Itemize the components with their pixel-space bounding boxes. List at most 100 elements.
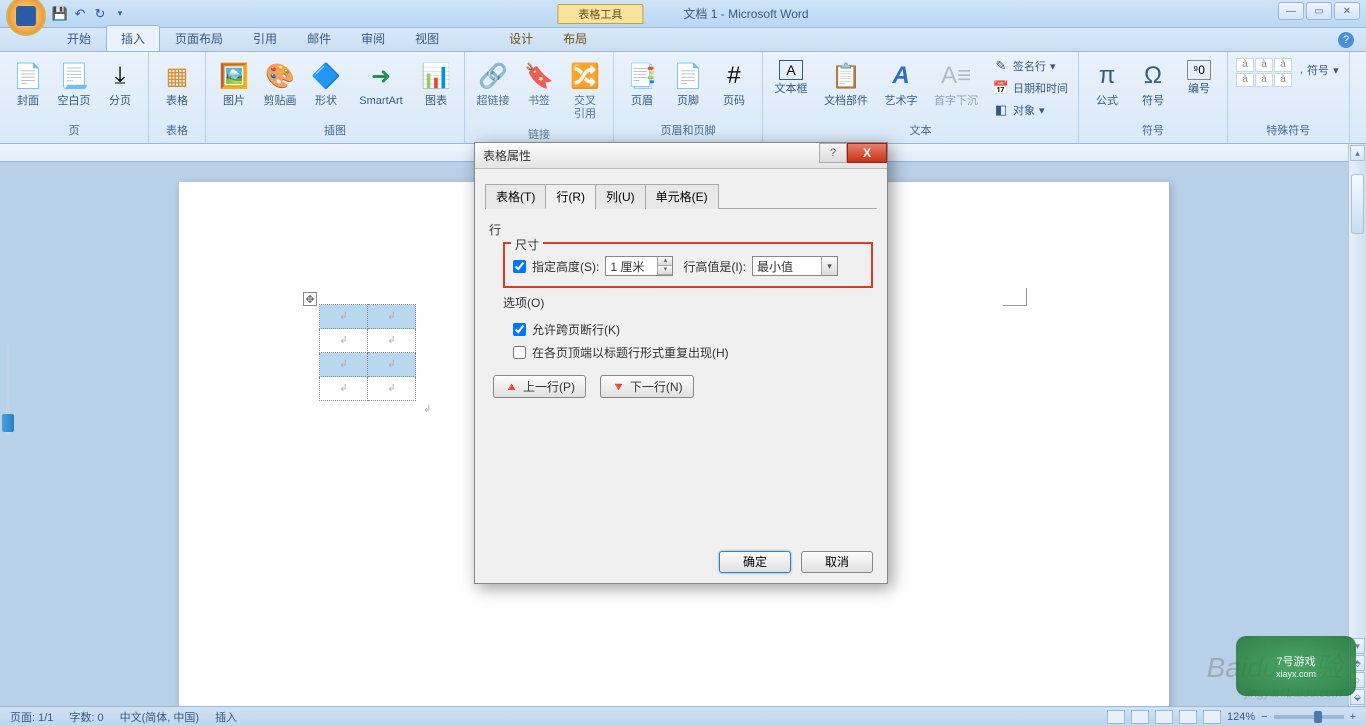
more-symbols-button[interactable]: , 符号 ▾ [1296, 60, 1343, 80]
spin-down-icon[interactable]: ▾ [658, 266, 672, 275]
dialog-title: 表格属性 [483, 147, 531, 164]
signature-line-button[interactable]: ✎签名行 ▾ [989, 56, 1072, 76]
table-properties-dialog: 表格属性 ? X 表格(T) 行(R) 列(U) 单元格(E) 行 尺寸 指定高… [474, 142, 888, 584]
symbol-grid[interactable]: ààà ààà [1234, 56, 1294, 89]
clipart-button[interactable]: 🎨剪贴画 [258, 56, 302, 112]
status-language[interactable]: 中文(简体, 中国) [120, 709, 199, 725]
zoom-out-button[interactable]: − [1261, 711, 1267, 723]
repeat-header-checkbox[interactable] [513, 346, 526, 359]
row-height-mode-combo[interactable]: 最小值 ▾ [752, 256, 838, 276]
dialog-close-button[interactable]: X [847, 143, 887, 163]
tab-layout[interactable]: 布局 [548, 25, 602, 51]
date-time-button[interactable]: 📅日期和时间 [989, 78, 1072, 98]
header-button[interactable]: 📑页眉 [620, 56, 664, 112]
chevron-down-icon[interactable]: ▾ [821, 257, 837, 275]
shapes-icon: 🔷 [310, 60, 342, 92]
tab-view[interactable]: 视图 [400, 25, 454, 51]
size-section-highlight: 尺寸 指定高度(S): 1 厘米 ▴▾ 行高值是(I): 最小值 ▾ [503, 242, 873, 288]
object-button[interactable]: ◧对象 ▾ [989, 100, 1072, 120]
tab-insert[interactable]: 插入 [106, 25, 160, 51]
zoom-slider[interactable] [1274, 715, 1344, 719]
titlebar: 💾 ↶ ↻ ▾ 表格工具 文档 1 - Microsoft Word — ▭ ✕ [0, 0, 1366, 28]
zoom-in-button[interactable]: + [1350, 711, 1356, 723]
picture-button[interactable]: 🖼️图片 [212, 56, 256, 112]
dialog-titlebar[interactable]: 表格属性 ? X [475, 143, 887, 169]
scrollbar-thumb[interactable] [1351, 174, 1364, 234]
view-print-layout-icon[interactable] [1107, 710, 1125, 724]
restore-button[interactable]: ▭ [1306, 2, 1332, 20]
group-symbols: π公式 Ω符号 ⁹0编号 符号 [1079, 52, 1228, 143]
status-words[interactable]: 字数: 0 [69, 709, 103, 725]
drop-cap-button[interactable]: A≡首字下沉 [925, 56, 987, 112]
scroll-up-icon[interactable]: ▴ [1350, 145, 1365, 161]
cover-page-button[interactable]: 📄封面 [6, 56, 50, 112]
group-links: 🔗超链接 🔖书签 🔀交叉 引用 链接 [465, 52, 614, 143]
wordart-button[interactable]: A艺术字 [879, 56, 923, 112]
dialog-tab-cell[interactable]: 单元格(E) [645, 184, 719, 209]
status-page[interactable]: 页面: 1/1 [10, 709, 53, 725]
group-label: 符号 [1085, 121, 1221, 139]
help-icon[interactable]: ? [1338, 32, 1354, 48]
hyperlink-button[interactable]: 🔗超链接 [471, 56, 515, 112]
save-icon[interactable]: 💾 [52, 6, 68, 22]
table-move-handle[interactable]: ✥ [303, 292, 317, 306]
qat-dropdown-icon[interactable]: ▾ [112, 6, 128, 22]
smartart-button[interactable]: ➜SmartArt [350, 56, 412, 112]
page-break-button[interactable]: ⤓分页 [98, 56, 142, 112]
prev-row-button[interactable]: 🔺上一行(P) [493, 375, 586, 398]
tab-references[interactable]: 引用 [238, 25, 292, 51]
blank-page-button[interactable]: 📃空白页 [52, 56, 96, 112]
tab-review[interactable]: 审阅 [346, 25, 400, 51]
undo-icon[interactable]: ↶ [72, 6, 88, 22]
group-label: 链接 [471, 125, 607, 143]
redo-icon[interactable]: ↻ [92, 6, 108, 22]
parts-icon: 📋 [830, 60, 862, 92]
document-table[interactable]: ↲↲ ↲↲ ↲↲ ↲↲ [319, 304, 416, 401]
tab-home[interactable]: 开始 [52, 25, 106, 51]
view-draft-icon[interactable] [1203, 710, 1221, 724]
dialog-tab-column[interactable]: 列(U) [595, 184, 646, 209]
number-button[interactable]: ⁹0编号 [1177, 56, 1221, 100]
specify-height-label: 指定高度(S): [532, 258, 599, 275]
row-height-mode-value: 最小值 [753, 258, 821, 275]
height-value: 1 厘米 [606, 258, 657, 275]
tab-page-layout[interactable]: 页面布局 [160, 25, 238, 51]
status-mode[interactable]: 插入 [215, 709, 237, 725]
tab-design[interactable]: 设计 [494, 25, 548, 51]
specify-height-checkbox[interactable] [513, 260, 526, 273]
bookmark-button[interactable]: 🔖书签 [517, 56, 561, 112]
vertical-scrollbar[interactable]: ▴ ▾ ⬘ ○ ⬙ [1348, 144, 1366, 706]
dialog-help-button[interactable]: ? [819, 143, 847, 163]
textbox-button[interactable]: A文本框 [769, 56, 813, 100]
view-full-screen-icon[interactable] [1131, 710, 1149, 724]
dialog-tab-table[interactable]: 表格(T) [485, 184, 546, 209]
drop-cap-icon: A≡ [940, 60, 972, 92]
shapes-button[interactable]: 🔷形状 [304, 56, 348, 112]
close-button[interactable]: ✕ [1334, 2, 1360, 20]
dialog-tab-row[interactable]: 行(R) [545, 184, 596, 209]
group-label: 特殊符号 [1234, 121, 1343, 139]
minimize-button[interactable]: — [1278, 2, 1304, 20]
height-spin-input[interactable]: 1 厘米 ▴▾ [605, 256, 673, 276]
view-web-icon[interactable] [1155, 710, 1173, 724]
footer-button[interactable]: 📄页脚 [666, 56, 710, 112]
textbox-icon: A [779, 60, 803, 80]
tab-mailings[interactable]: 邮件 [292, 25, 346, 51]
row-section-label: 行 [489, 221, 873, 238]
cancel-button[interactable]: 取消 [801, 551, 873, 573]
symbol-button[interactable]: Ω符号 [1131, 56, 1175, 112]
view-outline-icon[interactable] [1179, 710, 1197, 724]
zoom-level[interactable]: 124% [1227, 711, 1255, 723]
cross-ref-icon: 🔀 [569, 60, 601, 92]
spin-up-icon[interactable]: ▴ [658, 257, 672, 266]
page-number-button[interactable]: #页码 [712, 56, 756, 112]
ok-button[interactable]: 确定 [719, 551, 791, 573]
group-label: 插图 [212, 121, 458, 139]
quick-parts-button[interactable]: 📋文档部件 [815, 56, 877, 112]
table-button[interactable]: ▦表格 [155, 56, 199, 112]
equation-button[interactable]: π公式 [1085, 56, 1129, 112]
chart-button[interactable]: 📊图表 [414, 56, 458, 112]
next-row-button[interactable]: 🔻下一行(N) [600, 375, 694, 398]
allow-break-checkbox[interactable] [513, 323, 526, 336]
cross-ref-button[interactable]: 🔀交叉 引用 [563, 56, 607, 125]
